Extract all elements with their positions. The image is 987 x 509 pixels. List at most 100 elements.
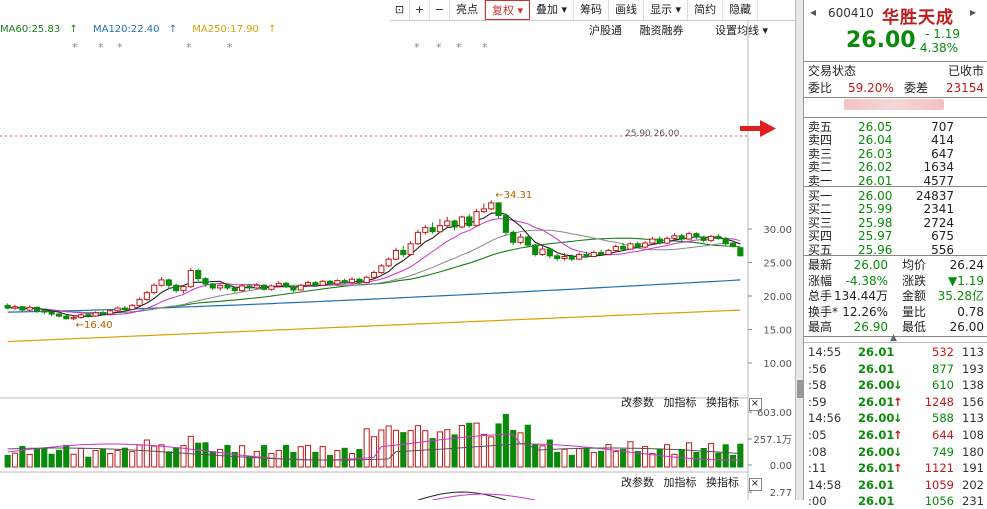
tick-time: :56 xyxy=(808,361,827,376)
up-arrow-icon: ↑ xyxy=(893,428,903,442)
vol-change-params[interactable]: 改参数 xyxy=(621,396,654,409)
volume-bar xyxy=(151,445,158,468)
last-price: 26.00 xyxy=(846,28,916,53)
tick-row: 14:56 26.00 ↓ 588 113 xyxy=(804,410,987,426)
candle-body xyxy=(92,312,99,317)
vol-switch-indicator[interactable]: 换指标 xyxy=(706,396,739,409)
toolbar-display-button[interactable]: 显示 ▾ xyxy=(644,0,689,20)
chart-area[interactable]: ⊡ + − 亮点 复权 ▾ 叠加 ▾ 筹码 画线 显示 ▾ 简约 隐藏 MA60… xyxy=(0,0,800,500)
next-stock-icon[interactable]: ▸ xyxy=(970,5,976,19)
tick-time: :59 xyxy=(808,394,827,409)
stat-label: 涨幅 xyxy=(808,273,833,288)
zoom-out-button[interactable]: − xyxy=(430,0,450,20)
prev-stock-icon[interactable]: ◂ xyxy=(810,5,816,19)
stat-row: 总手 134.44万 金额 35.28亿 xyxy=(804,288,987,304)
tick-row: 14:55 26.01 532 113 xyxy=(804,344,987,360)
mid-price-label: 25.90 26.00 xyxy=(625,129,680,139)
volume-bar xyxy=(693,452,700,468)
toolbar-overlay-button[interactable]: 叠加 ▾ xyxy=(530,0,575,20)
candle-body xyxy=(568,255,575,260)
toolbar-hide-button[interactable]: 隐藏 xyxy=(723,0,759,20)
zoom-in-button[interactable]: + xyxy=(410,0,430,20)
volume-bar xyxy=(392,429,400,468)
volume-bar xyxy=(143,439,150,468)
tick-count: 231 xyxy=(962,494,984,509)
quote-header: ◂ 600410 华胜天成 ▸ 26.00 - 1.19 - 4.38% xyxy=(804,0,987,60)
stat-label: 涨跌 xyxy=(902,273,927,288)
volume-bar xyxy=(187,435,194,468)
candle-body xyxy=(217,284,224,289)
stat-row: 涨幅 -4.38% 涨跌 ▼1.19 xyxy=(804,273,987,289)
blurred-content xyxy=(844,99,944,110)
candle-body xyxy=(392,249,400,260)
candle-body xyxy=(458,216,465,228)
stat-label: 量比 xyxy=(902,304,927,319)
toolbar-highlight-button[interactable]: 亮点 xyxy=(450,0,485,20)
candle-body xyxy=(729,243,737,247)
candle-body xyxy=(488,202,495,210)
volume-bar xyxy=(114,449,121,468)
price-tick-label: 15.00 xyxy=(763,326,792,337)
toolbar-chips-button[interactable]: 筹码 xyxy=(574,0,610,20)
stat-value: 26.00 xyxy=(853,258,888,272)
ind-change-params[interactable]: 改参数 xyxy=(621,476,654,489)
volume-bar xyxy=(253,450,260,468)
close-icon[interactable]: × xyxy=(748,398,762,411)
toolbar-adjust-button[interactable]: 复权 ▾ xyxy=(485,0,531,20)
tick-count: 193 xyxy=(962,361,984,376)
candle-body xyxy=(334,280,341,285)
candle-body xyxy=(290,286,297,291)
candle-body xyxy=(554,255,561,259)
stat-value: 134.44万 xyxy=(834,289,888,304)
stat-label: 最高 xyxy=(808,320,833,335)
ma250-line xyxy=(7,309,741,343)
volume-bar xyxy=(656,449,663,468)
tick-volume: 1056 xyxy=(924,494,954,509)
close-icon[interactable]: × xyxy=(748,478,762,491)
candle-body xyxy=(502,215,509,233)
stat-row: 最新 26.00 均价 26.24 xyxy=(804,257,987,273)
tick-price: 26.00 xyxy=(858,411,895,426)
candle-body xyxy=(590,251,597,257)
tick-time: 14:58 xyxy=(808,477,842,492)
tick-time: :00 xyxy=(808,494,827,509)
down-arrow-icon: ↓ xyxy=(893,444,903,459)
volume-bar xyxy=(85,456,92,468)
candle-body xyxy=(378,265,385,274)
ind-add-indicator[interactable]: 加指标 xyxy=(664,476,697,489)
candle-body xyxy=(576,253,583,260)
ma10-line xyxy=(7,218,741,316)
candle-body xyxy=(583,253,590,257)
kline-chart[interactable]: 30.00 25.00 20.00 15.00 10.00 603.00 257.1万 0.0… xyxy=(0,20,795,500)
candle-body xyxy=(136,298,143,306)
candle-body xyxy=(11,306,19,309)
candle-body xyxy=(715,235,722,239)
candle-body xyxy=(480,208,487,213)
candle-body xyxy=(239,285,246,292)
candle-body xyxy=(422,227,429,233)
tick-row: :56 26.01 877 193 xyxy=(804,361,987,377)
volume-bar xyxy=(722,444,729,468)
vol-add-indicator[interactable]: 加指标 xyxy=(664,396,697,409)
price-tick-label: 20.00 xyxy=(763,292,792,303)
toolbar-simple-button[interactable]: 简约 xyxy=(688,0,724,20)
volume-bar xyxy=(612,451,619,468)
volume-bar xyxy=(239,445,246,468)
candle-body xyxy=(41,310,48,313)
tick-price: 26.01 xyxy=(858,428,895,442)
volume-bar xyxy=(326,454,334,468)
divider xyxy=(804,255,987,256)
volume-bar xyxy=(576,448,583,468)
toolbar-draw-button[interactable]: 画线 xyxy=(609,0,645,20)
lock-icon[interactable]: ⊡ xyxy=(390,0,410,20)
ind-switch-indicator[interactable]: 换指标 xyxy=(706,476,739,489)
red-arrow-annotation xyxy=(740,120,776,137)
tick-volume: 610 xyxy=(932,378,954,393)
tick-price: 26.01 xyxy=(858,361,895,376)
volume-tick-label: 257.1万 xyxy=(753,435,792,446)
candle-body xyxy=(55,313,63,317)
candle-body xyxy=(429,227,436,233)
volume-bar xyxy=(414,425,422,468)
candle-body xyxy=(165,279,172,286)
stat-value: -4.38% xyxy=(845,273,888,288)
